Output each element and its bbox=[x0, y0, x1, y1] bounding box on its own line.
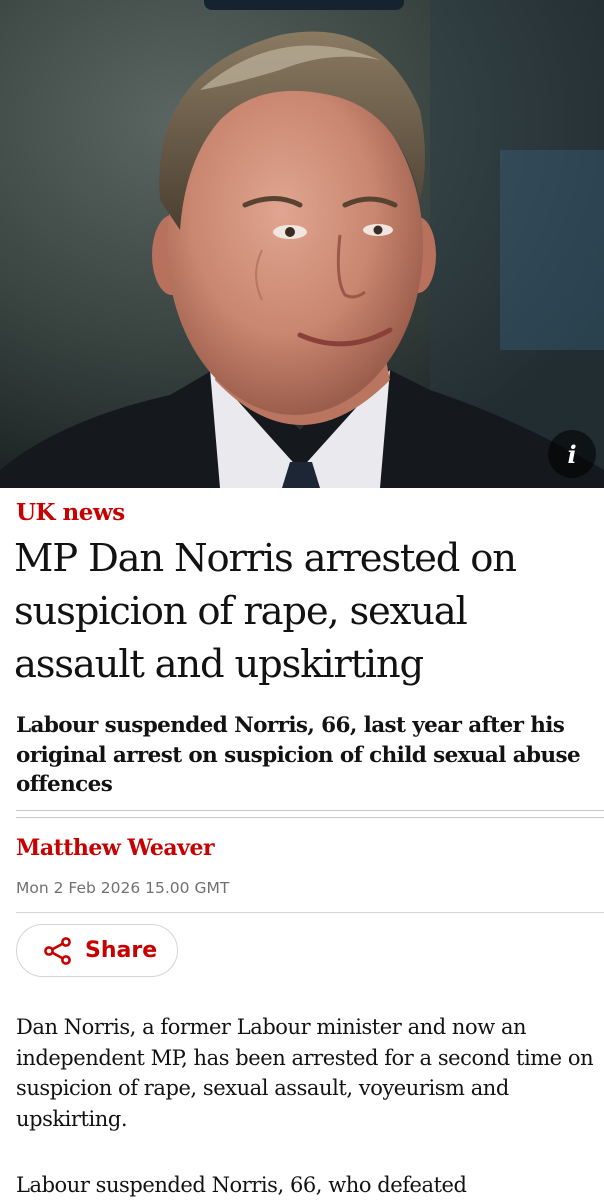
status-notch bbox=[204, 0, 404, 10]
article-paragraph: Dan Norris, a former Labour minister and… bbox=[16, 1015, 594, 1131]
article-headline: MP Dan Norris arrested on suspicion of r… bbox=[14, 536, 517, 687]
author-byline[interactable]: Matthew Weaver bbox=[16, 835, 215, 861]
info-icon-glyph: i bbox=[567, 439, 577, 469]
divider bbox=[16, 810, 604, 818]
portrait-illustration bbox=[0, 0, 604, 488]
publish-date: Mon 2 Feb 2026 15.00 GMT bbox=[16, 879, 230, 897]
section-label[interactable]: UK news bbox=[16, 499, 125, 526]
divider bbox=[16, 912, 604, 913]
article-standfirst: Labour suspended Norris, 66, last year a… bbox=[16, 713, 581, 797]
share-icon bbox=[44, 936, 71, 965]
info-icon[interactable]: i bbox=[548, 430, 596, 478]
article-paragraph: Labour suspended Norris, 66, who defeate… bbox=[16, 1173, 467, 1197]
share-button-label: Share bbox=[85, 938, 158, 963]
share-button[interactable]: Share bbox=[16, 924, 178, 977]
hero-image: i bbox=[0, 0, 604, 488]
